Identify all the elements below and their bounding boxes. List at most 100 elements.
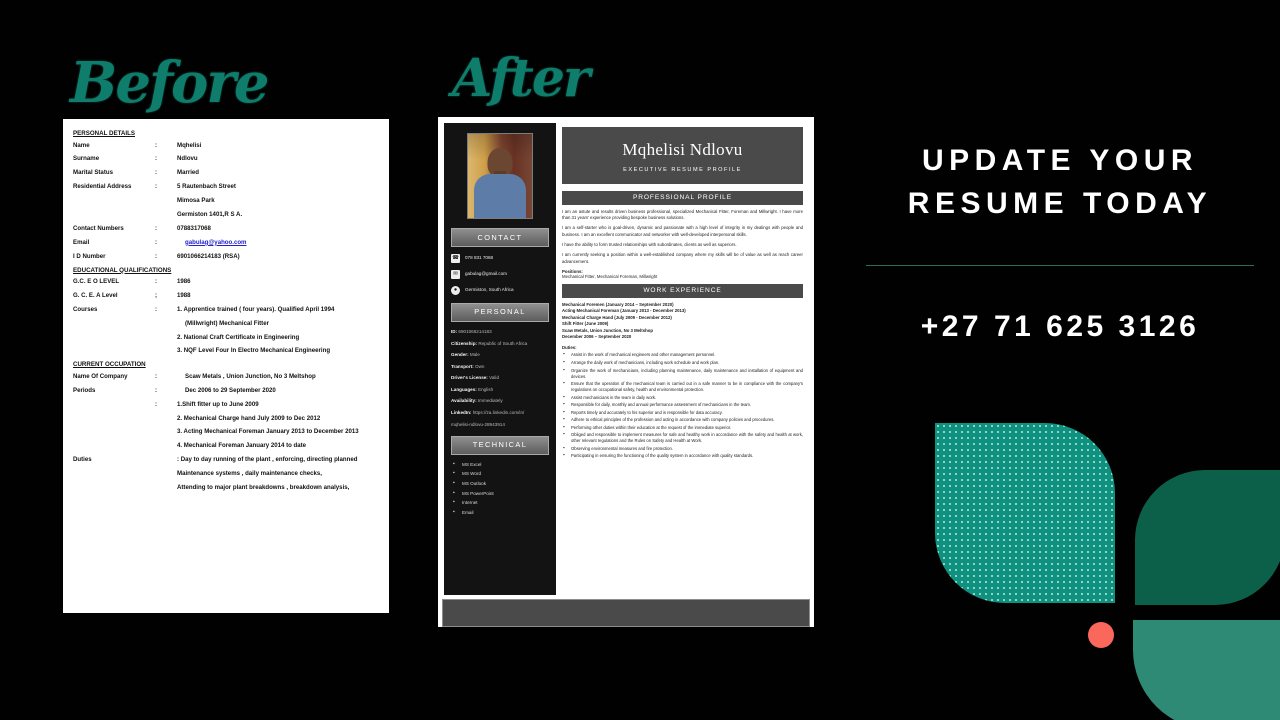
profile-paragraph: I am currently seeking a position within… bbox=[562, 252, 803, 264]
coral-dot-shape bbox=[1088, 622, 1114, 648]
name-header-block: Mqhelisi Ndlovu EXECUTIVE RESUME PROFILE bbox=[562, 127, 803, 184]
course-line: (Millwright) Mechanical Fitter bbox=[73, 319, 379, 327]
personal-item: Transport: Own bbox=[451, 364, 549, 370]
field-value: Mqhelisi bbox=[177, 141, 202, 149]
field-value: 4. Mechanical Foreman January 2014 to da… bbox=[177, 442, 307, 450]
personal-item: ID: 6901066214183 bbox=[451, 329, 549, 335]
linkedin-url[interactable]: https://za.linkedin.com/in/ bbox=[473, 410, 525, 415]
phone-icon: ☎ bbox=[451, 253, 460, 263]
field-label: Residential Address bbox=[73, 183, 132, 191]
profile-paragraph: I am an astute and results driven busine… bbox=[562, 208, 803, 220]
duties-row: Duties : Day to day running of the plant… bbox=[73, 456, 379, 464]
professional-profile-heading: PROFESSIONAL PROFILE bbox=[562, 191, 803, 205]
field-value: (Millwright) Mechanical Fitter bbox=[185, 319, 269, 327]
list-item: Internet bbox=[451, 499, 549, 506]
field-colon: : bbox=[155, 252, 158, 260]
list-item: Reports timely and accurately to his sup… bbox=[562, 409, 803, 416]
photo-torso bbox=[474, 174, 526, 218]
before-section-personal-details: PERSONAL DETAILS bbox=[73, 130, 135, 137]
email-link[interactable]: gabulag@yahoo.com bbox=[185, 239, 246, 246]
list-item: Email bbox=[451, 509, 549, 516]
field-value: Ndlovu bbox=[177, 155, 198, 163]
field-label: Courses bbox=[73, 305, 98, 313]
after-resume-document: CONTACT ☎ 078 831 7068 ✉ gabulag@gmail.c… bbox=[438, 117, 814, 627]
field-label: I D Number bbox=[73, 252, 106, 260]
period-line: 4. Mechanical Foreman January 2014 to da… bbox=[73, 442, 379, 450]
list-item: MS Outlook bbox=[451, 480, 549, 487]
resume-footer-bar bbox=[442, 599, 810, 627]
list-item: Performing other duties within their edu… bbox=[562, 424, 803, 431]
field-colon: : bbox=[155, 155, 158, 163]
field-label: Periods bbox=[73, 386, 96, 394]
promo-panel: UPDATE YOUR RESUME TODAY +27 71 625 3126 bbox=[862, 140, 1258, 344]
promo-phone-number: +27 71 625 3126 bbox=[920, 310, 1200, 344]
field-label: Duties bbox=[73, 456, 92, 464]
personal-value: Male bbox=[469, 352, 480, 358]
list-item: MS PowerPoint bbox=[451, 489, 549, 497]
field-value: : Day to day running of the plant , enfo… bbox=[177, 456, 358, 464]
personal-item-linkedin-cont: mqhelisi-ndlovu-28943914 bbox=[451, 422, 549, 428]
table-row: Name Of Company : Scaw Metals , Union Ju… bbox=[73, 372, 379, 380]
dark-green-leaf-shape bbox=[1135, 470, 1280, 605]
resume-page: CONTACT ☎ 078 831 7068 ✉ gabulag@gmail.c… bbox=[444, 123, 808, 595]
personal-label: ID: bbox=[451, 328, 458, 334]
field-value: 3. Acting Mechanical Foreman January 201… bbox=[177, 428, 359, 436]
dotted-leaf-shape bbox=[935, 423, 1115, 603]
field-value: 2. National Craft Certificate in Enginee… bbox=[177, 333, 300, 341]
field-label: Marital Status bbox=[73, 169, 113, 177]
table-row: Surname : Ndlovu bbox=[73, 155, 379, 163]
contact-email: ✉ gabulag@gmail.com bbox=[451, 269, 549, 279]
period-line: 2. Mechanical Charge hand July 2009 to D… bbox=[73, 414, 379, 422]
contact-value[interactable]: gabulag@gmail.com bbox=[465, 271, 507, 277]
personal-item-linkedin: LinkedIn: https://za.linkedin.com/in/ bbox=[451, 410, 549, 416]
slide-canvas: Before After PERSONAL DETAILS Name : Mqh… bbox=[0, 0, 1280, 720]
field-colon: : bbox=[155, 224, 158, 232]
table-row: Contact Numbers : 0788317068 bbox=[73, 224, 379, 232]
field-value: 6901066214183 (RSA) bbox=[177, 252, 240, 260]
field-colon: : bbox=[155, 278, 158, 286]
envelope-icon: ✉ bbox=[451, 269, 460, 279]
course-line: 2. National Craft Certificate in Enginee… bbox=[73, 333, 379, 341]
list-item: MS Word bbox=[451, 470, 549, 477]
resume-main-column: Mqhelisi Ndlovu EXECUTIVE RESUME PROFILE… bbox=[556, 123, 808, 595]
linkedin-url-cont[interactable]: mqhelisi-ndlovu-28943914 bbox=[451, 422, 505, 427]
field-colon: : bbox=[155, 400, 158, 408]
list-item: MS Excel bbox=[451, 461, 549, 468]
field-value: Germiston 1401,R S A. bbox=[177, 210, 243, 218]
personal-value: Republic of South Africa bbox=[478, 340, 528, 346]
field-label: G. C. E. A Level bbox=[73, 291, 118, 299]
personal-value: 6901066214183 bbox=[458, 328, 492, 334]
field-colon: : bbox=[155, 386, 158, 394]
field-value: Married bbox=[177, 169, 200, 177]
personal-item: Languages: English bbox=[451, 387, 549, 393]
table-row: Courses : 1. Apprentice trained ( four y… bbox=[73, 305, 379, 313]
technical-skills-list: MS Excel MS Word MS Outlook MS PowerPoin… bbox=[451, 461, 549, 516]
field-value: Mimosa Park bbox=[177, 197, 215, 205]
work-experience-heading: WORK EXPERIENCE bbox=[562, 284, 803, 298]
personal-value: English bbox=[478, 386, 494, 392]
location-pin-icon: ● bbox=[451, 285, 460, 295]
personal-label: Transport: bbox=[451, 363, 474, 369]
field-value: Maintenance systems , daily maintenance … bbox=[177, 470, 322, 478]
table-row: Periods : Dec 2006 to 29 September 2020 bbox=[73, 386, 379, 394]
promo-line-2: RESUME TODAY bbox=[907, 186, 1213, 220]
field-label bbox=[73, 402, 155, 408]
before-resume-document: PERSONAL DETAILS Name : Mqhelisi Surname… bbox=[63, 119, 389, 613]
profile-paragraph: I am a self-starter who is goal-driven, … bbox=[562, 225, 803, 237]
personal-heading: PERSONAL bbox=[451, 302, 549, 322]
email-row: Email : gabulag@yahoo.com bbox=[73, 239, 379, 246]
table-row: G.C. E O LEVEL : 1986 bbox=[73, 278, 379, 286]
field-value: Scaw Metals , Union Junction, No 3 Melts… bbox=[185, 372, 316, 380]
field-colon: : bbox=[155, 372, 158, 380]
field-value: 1986 bbox=[177, 278, 191, 286]
technical-heading: TECHNICAL bbox=[451, 435, 549, 455]
list-item: Observing environmental measures and fir… bbox=[562, 445, 803, 452]
field-value: 2. Mechanical Charge hand July 2009 to D… bbox=[177, 414, 321, 422]
field-colon: ; bbox=[155, 291, 158, 299]
before-section-education: EDUCATIONAL QUALIFICATIONS bbox=[73, 266, 172, 274]
period-line: 3. Acting Mechanical Foreman January 201… bbox=[73, 428, 379, 436]
field-value: Attending to major plant breakdowns , br… bbox=[177, 483, 350, 491]
positions-value: Mechanical Fitter, Mechanical Foreman, M… bbox=[562, 274, 658, 280]
field-colon: : bbox=[155, 183, 158, 191]
profile-photo bbox=[467, 133, 533, 219]
